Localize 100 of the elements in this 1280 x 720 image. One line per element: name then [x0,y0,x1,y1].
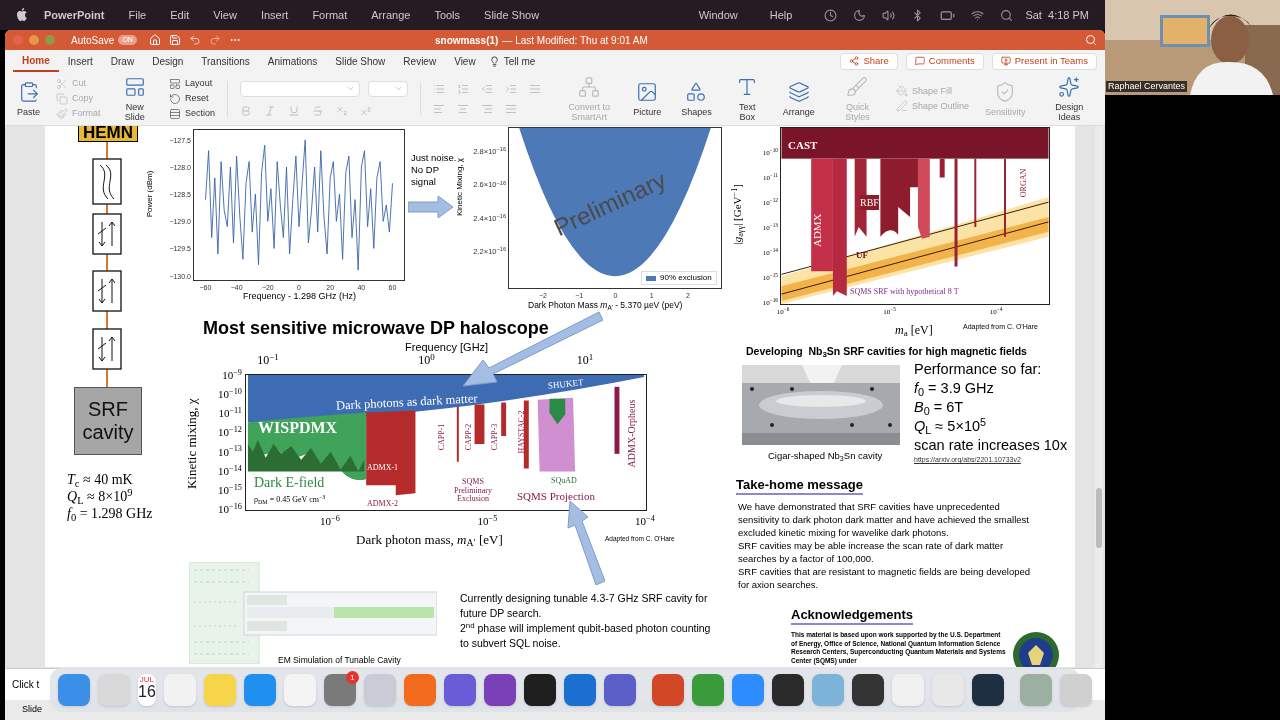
align-icon[interactable] [457,102,470,115]
format-icon[interactable] [360,104,373,117]
search-icon[interactable] [1000,8,1014,22]
format-icon[interactable] [288,104,301,117]
ribbon-button[interactable]: Layout [169,77,216,90]
ribbon-tab[interactable]: Draw [101,50,144,72]
notes-field[interactable]: Click t [12,677,40,692]
menu-item[interactable]: Insert [260,6,289,24]
format-icon[interactable] [240,104,253,117]
ribbon-button[interactable]: Design Ideas [1041,75,1097,122]
wifi-icon[interactable] [971,8,985,22]
search-icon[interactable] [1085,34,1097,46]
app-icon[interactable] [523,674,556,706]
ribbon-button[interactable]: Picture [629,80,666,117]
axis-tick-label: 10$^{−14}$ [218,465,242,477]
app-menu[interactable]: PowerPoint [44,6,105,24]
ribbon-tab[interactable]: Transitions [192,50,259,72]
srf-cavity-box: SRF cavity [74,387,142,455]
clock-icon[interactable] [824,8,838,22]
region-label: SHUKET [547,376,585,393]
lightbulb-icon [488,55,500,67]
list-icon[interactable] [457,82,470,95]
performance-line: Q$_{L}$ ≈ 5×10$^{5}$ [914,417,988,436]
tell-me-field[interactable]: Tell me [503,53,536,69]
align-icon[interactable] [481,102,494,115]
ribbon-icon [846,75,869,98]
undo-icon[interactable] [188,34,201,46]
menu-item[interactable]: Tools [434,6,461,24]
calendar-app-button[interactable]: JUL 16 [138,674,156,706]
list-icon[interactable] [529,82,542,95]
action-button[interactable]: Present in Teams [991,52,1097,70]
region-label: SQMS Preliminary Exclusion [453,478,493,504]
ribbon-button[interactable]: Text Box [727,75,767,122]
font-size-field[interactable] [368,80,409,97]
format-icon[interactable] [264,104,277,117]
region-label: ADMX-1 [367,462,399,474]
ribbon-button[interactable]: Shapes [677,80,716,117]
ribbon-button[interactable]: Reset [169,92,216,105]
ribbon-icon [169,77,182,90]
ribbon-button[interactable]: New Slide [112,75,158,122]
app-icon[interactable] [971,674,1004,706]
region-label: CAPP-3 [489,423,501,451]
menu-item[interactable]: Slide Show [484,6,540,24]
volume-icon[interactable] [882,8,896,22]
axis-tick-label: 10$^{−6}$ [320,516,340,527]
list-icon[interactable] [481,82,494,95]
ribbon-button[interactable]: Paste [13,80,44,117]
apple-icon[interactable] [16,8,28,22]
modified-status: — Last Modified: Thu at 9:01 AM [502,34,648,48]
app-icon[interactable] [771,674,804,706]
menu-item[interactable]: Format [312,6,348,24]
moon-icon[interactable] [853,8,867,22]
action-icon [849,56,860,66]
action-button[interactable]: Comments [905,52,984,70]
autosave-label: AutoSave [71,33,115,48]
ribbon-icon [123,75,146,98]
ribbon-tab[interactable]: Slide Show [326,50,395,72]
ribbon-tab[interactable]: View [445,50,485,72]
ribbon-button[interactable]: Arrange [778,80,819,117]
menu-item[interactable]: File [128,6,147,24]
axis-tick-label: 10$^{−10}$ [218,388,242,400]
ribbon-tab[interactable]: Insert [58,50,102,72]
axis-tick-label: 10$^{−11}$ [218,407,242,419]
region-label: RBF [860,195,879,210]
app-icon[interactable] [851,674,884,706]
action-button[interactable]: Share [840,52,898,70]
menu-item[interactable]: Arrange [371,6,411,24]
menu-clock[interactable]: Sat 4:18 PM [1025,6,1089,24]
scrollbar[interactable] [1095,126,1103,668]
align-icon[interactable] [505,102,518,115]
section-heading: Acknowledgements [791,606,914,625]
calendar-day: 16 [138,684,156,700]
menu-item[interactable]: Edit [170,6,190,24]
format-icon[interactable] [312,104,325,117]
list-icon[interactable] [433,82,446,95]
axis-tick-label: 10$^{−16}$ [218,503,242,515]
ribbon-icon [578,75,601,98]
list-icon[interactable] [505,82,518,95]
ribbon-tab[interactable]: Review [394,50,446,72]
menu-item[interactable]: View [213,6,237,24]
menu-item[interactable]: Window [698,6,738,24]
density-label: ρ$_{DM}$ = 0.45 GeV cm$^{−3}$ [254,495,326,505]
noise-note: Just noise. No DP signal [411,152,457,188]
save-icon[interactable] [168,34,181,46]
chevron-down-icon [346,84,356,93]
axis-tick-label: 10$^{−4}$ [635,516,655,527]
performance-line: f$_{0}$ = 3.9 GHz [914,379,995,398]
align-icon[interactable] [433,102,446,115]
font-name-field[interactable] [240,80,361,97]
ribbon-tab[interactable]: Animations [258,50,327,72]
arrow-drawing [408,196,453,218]
chevron-down-icon [394,84,404,93]
menu-item[interactable]: Help [769,6,793,24]
ribbon-icon [896,85,908,97]
ribbon-tab[interactable]: Design [143,50,193,72]
ribbon-button[interactable]: Section [169,107,216,120]
axis-label: Kinetic mixing, χ [182,398,200,490]
format-icon[interactable] [336,104,349,117]
axis-tick-label: 10$^{0}$ [418,354,435,366]
home-icon[interactable] [148,34,161,46]
